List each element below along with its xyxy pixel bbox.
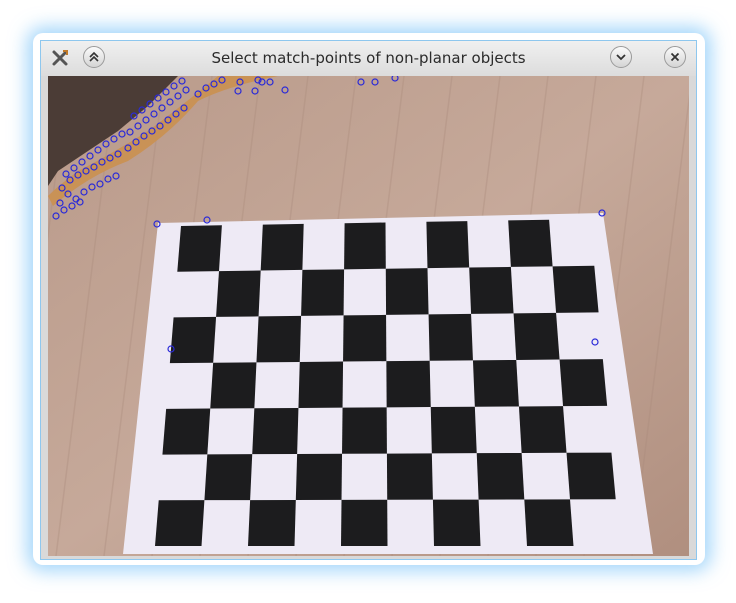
camera-image[interactable]	[48, 76, 689, 556]
title-bar[interactable]: Select match-points of non-planar object…	[41, 41, 696, 76]
board-square	[252, 407, 299, 455]
minimize-button[interactable]	[610, 46, 632, 68]
board-square	[508, 219, 553, 267]
board-square	[518, 406, 567, 453]
board-square	[260, 223, 304, 271]
board-square	[426, 221, 470, 269]
board-square	[513, 312, 560, 360]
board-square	[295, 453, 343, 500]
board-square	[177, 225, 222, 272]
board-square	[301, 269, 345, 316]
camera-view[interactable]	[48, 76, 689, 556]
board-square	[472, 359, 519, 407]
board-square	[559, 359, 608, 407]
board-square	[210, 362, 257, 409]
board-square	[524, 499, 574, 546]
board-square	[430, 406, 477, 454]
board-square	[343, 314, 387, 362]
board-square	[469, 266, 514, 314]
board-square	[216, 270, 261, 317]
board-square	[386, 360, 431, 408]
board-square	[344, 222, 386, 270]
board-square	[162, 408, 211, 455]
board-square	[342, 407, 387, 454]
board-square	[298, 361, 344, 408]
board-square	[566, 452, 616, 500]
board-square	[385, 268, 429, 315]
board-square	[552, 265, 599, 313]
window-title: Select match-points of non-planar object…	[211, 49, 526, 67]
board-square	[432, 499, 481, 546]
minimize-icon	[616, 54, 626, 61]
close-button[interactable]	[664, 46, 686, 68]
app-window: Select match-points of non-planar object…	[40, 40, 697, 560]
board-square	[155, 500, 205, 546]
board-square	[256, 315, 302, 363]
board-square	[386, 453, 433, 500]
board-square	[428, 313, 473, 361]
board-square	[476, 452, 525, 500]
board-square	[341, 499, 388, 546]
board-square	[169, 316, 217, 364]
close-icon	[670, 52, 680, 62]
board-square	[204, 454, 253, 501]
board-square	[248, 499, 296, 546]
